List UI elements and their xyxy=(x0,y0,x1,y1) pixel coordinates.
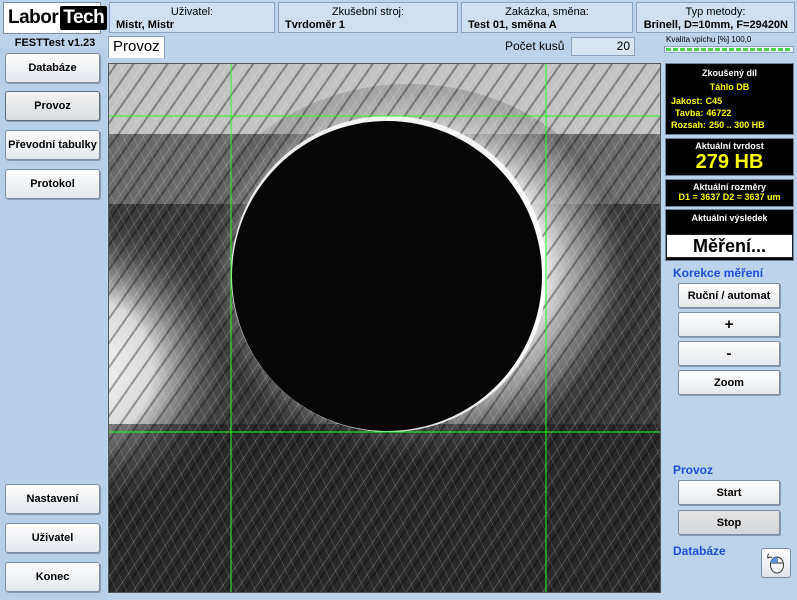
order-info-box: Zakázka, směna: Test 01, směna A xyxy=(461,2,633,33)
machine-value: Tvrdoměr 1 xyxy=(285,19,345,31)
start-button[interactable]: Start xyxy=(678,480,780,505)
dimensions-value: D1 = 3637 D2 = 3637 um xyxy=(678,192,781,202)
plus-button[interactable]: + xyxy=(678,312,780,337)
sidebar-button-exit[interactable]: Konec xyxy=(5,562,100,592)
sidebar-button-settings[interactable]: Nastavení xyxy=(5,484,100,514)
tested-part-title: Zkoušený díl xyxy=(701,68,757,78)
operation-title: Provoz xyxy=(673,463,714,477)
method-value: Brinell, D=10mm, F=29420N xyxy=(643,19,788,31)
tab-operation[interactable]: Provoz xyxy=(108,36,165,58)
indentation-image xyxy=(109,64,660,592)
method-label: Typ metody: xyxy=(685,6,746,18)
sidebar: Databáze Provoz Převodní tabulky Protoko… xyxy=(0,48,107,600)
zoom-button[interactable]: Zoom xyxy=(678,370,780,395)
hardness-value: 279 HB xyxy=(695,151,764,173)
order-value: Test 01, směna A xyxy=(468,19,557,31)
dimensions-panel: Aktuální rozměry D1 = 3637 D2 = 3637 um xyxy=(665,179,794,207)
result-title: Aktuální výsledek xyxy=(691,213,768,223)
indent-quality-fill xyxy=(666,48,792,51)
tested-part-panel: Zkoušený díl Táhlo DB Jakost: C45 Tavba:… xyxy=(665,63,794,135)
order-label: Zakázka, směna: xyxy=(505,6,589,18)
user-label: Uživatel: xyxy=(170,6,214,18)
logo-labor: Labor xyxy=(6,7,61,29)
sidebar-button-conversion-tables[interactable]: Převodní tabulky xyxy=(5,130,100,160)
database-mouse-button[interactable] xyxy=(761,548,791,578)
hardness-panel: Aktuální tvrdost 279 HB xyxy=(665,138,794,176)
method-info-box: Typ metody: Brinell, D=10mm, F=29420N xyxy=(636,2,795,33)
correction-title: Korekce měření xyxy=(673,266,764,280)
sidebar-button-operation[interactable]: Provoz xyxy=(5,91,100,121)
indent-quality-bar xyxy=(664,46,794,53)
camera-view[interactable] xyxy=(108,63,661,593)
user-value: Mistr, Mistr xyxy=(116,19,175,31)
machine-label: Zkušební stroj: xyxy=(331,6,405,18)
machine-info-box: Zkušební stroj: Tvrdoměr 1 xyxy=(278,2,458,33)
database-title: Databáze xyxy=(673,544,726,558)
sidebar-button-protocol[interactable]: Protokol xyxy=(5,169,100,199)
heat-value: 46722 xyxy=(706,108,732,118)
range-value: 250 .. 300 HB xyxy=(709,120,765,130)
mouse-icon xyxy=(767,553,784,574)
logo-tech: Tech xyxy=(60,6,108,30)
tested-part-name: Táhlo DB xyxy=(709,82,750,92)
user-info-box: Uživatel: Mistr, Mistr xyxy=(109,2,275,33)
indent-quality-label: Kvalita vpichu [%] 100,0 xyxy=(666,35,752,44)
minus-button[interactable]: - xyxy=(678,341,780,366)
labortech-logo: Labor Tech xyxy=(3,2,108,34)
manual-auto-button[interactable]: Ruční / automat xyxy=(678,283,780,308)
range-label: Rozsah: xyxy=(671,120,707,130)
hardness-title: Aktuální tvrdost xyxy=(695,141,764,151)
piece-count-value: 20 xyxy=(571,37,635,56)
sidebar-button-database[interactable]: Databáze xyxy=(5,53,100,83)
sidebar-button-user[interactable]: Uživatel xyxy=(5,523,100,553)
piece-count-label: Počet kusů xyxy=(505,39,565,53)
result-value: Měření... xyxy=(666,234,793,258)
material-value: C45 xyxy=(705,96,723,106)
dimensions-title: Aktuální rozměry xyxy=(692,182,767,192)
heat-label: Tavba: xyxy=(675,108,704,118)
stop-button[interactable]: Stop xyxy=(678,510,780,535)
material-label: Jakost: xyxy=(671,96,703,106)
